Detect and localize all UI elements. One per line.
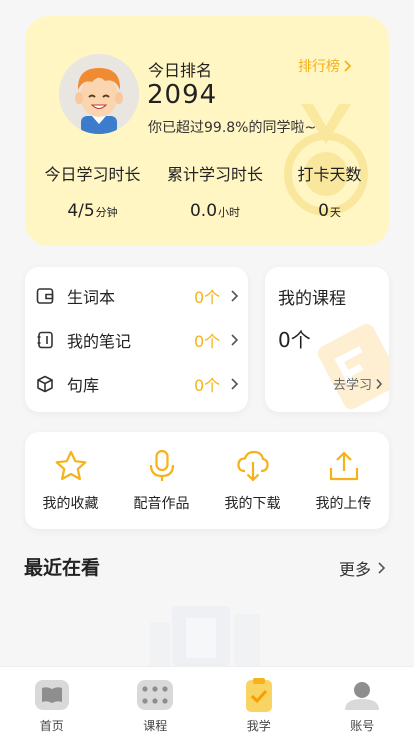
tab-label: 首页 bbox=[39, 719, 64, 733]
go-study-label: 去学习 bbox=[333, 378, 373, 393]
action-label: 配音作品 bbox=[133, 496, 190, 512]
rank-description: 你已超过99.8%的同学啦~ bbox=[148, 120, 317, 136]
tab-home[interactable]: 首页 bbox=[0, 667, 104, 736]
rank-label: 今日排名 bbox=[148, 61, 213, 80]
cube-icon bbox=[37, 375, 53, 393]
list-item-label: 我的笔记 bbox=[67, 332, 132, 351]
courses-count: 0个 bbox=[278, 328, 311, 352]
stat-value: 0.0小时 bbox=[189, 201, 241, 221]
action-dubbing-works[interactable]: 配音作品 bbox=[116, 432, 207, 529]
courses-title: 我的课程 bbox=[278, 289, 346, 309]
list-item-notes[interactable]: 我的笔记 0个 bbox=[25, 320, 248, 360]
chevron-right-icon bbox=[231, 290, 239, 302]
bottom-tab-bar: 首页 课程 我学 账号 bbox=[0, 666, 414, 736]
stat-label: 打卡天数 bbox=[297, 165, 362, 184]
cartoon-boy-avatar bbox=[59, 54, 139, 134]
leaderboard-label: 排行榜 bbox=[298, 59, 340, 75]
leaderboard-link[interactable]: 排行榜 bbox=[298, 56, 353, 76]
stat-label: 累计学习时长 bbox=[166, 165, 263, 184]
upload-icon bbox=[329, 451, 358, 481]
stat-checkin-days: 打卡天数 0天 bbox=[270, 161, 389, 221]
star-icon bbox=[55, 450, 86, 481]
action-label: 我的下载 bbox=[224, 496, 281, 512]
my-courses-card[interactable]: 我的课程 0个 去学习 bbox=[265, 267, 389, 412]
chevron-right-icon bbox=[231, 334, 239, 346]
stat-total-time: 累计学习时长 0.0小时 bbox=[160, 161, 270, 221]
more-label: 更多 bbox=[338, 560, 371, 579]
book-open-icon bbox=[34, 680, 69, 710]
tab-label: 课程 bbox=[143, 719, 168, 733]
list-item-label: 句库 bbox=[67, 376, 100, 395]
go-study-link[interactable]: 去学习 bbox=[333, 374, 383, 393]
rank-value: 2094 bbox=[147, 80, 218, 110]
list-item-sentence-bank[interactable]: 句库 0个 bbox=[25, 364, 248, 404]
avatar[interactable] bbox=[59, 54, 139, 134]
wallet-icon bbox=[36, 288, 54, 304]
grid-icon bbox=[137, 680, 174, 710]
list-item-label: 生词本 bbox=[67, 288, 116, 307]
cloud-download-icon bbox=[236, 450, 269, 482]
stat-label: 今日学习时长 bbox=[44, 165, 141, 184]
tab-account[interactable]: 账号 bbox=[311, 667, 414, 736]
chevron-right-icon bbox=[231, 378, 239, 390]
book-icon bbox=[317, 323, 389, 410]
chevron-right-icon bbox=[376, 378, 383, 389]
tab-label: 账号 bbox=[350, 719, 375, 733]
my-study-page: 今日排名 2094 你已超过99.8%的同学啦~ 排行榜 今日学习时长 4/5分… bbox=[0, 0, 414, 736]
action-uploads[interactable]: 我的上传 bbox=[298, 432, 389, 529]
clipboard-check-icon bbox=[245, 678, 272, 712]
list-item-count: 0个 bbox=[194, 332, 221, 351]
rank-card: 今日排名 2094 你已超过99.8%的同学啦~ 排行榜 今日学习时长 4/5分… bbox=[25, 16, 389, 246]
stat-value: 0天 bbox=[318, 201, 341, 221]
list-item-count: 0个 bbox=[194, 376, 221, 395]
list-item-count: 0个 bbox=[194, 288, 221, 307]
action-downloads[interactable]: 我的下载 bbox=[207, 432, 298, 529]
microphone-icon bbox=[149, 449, 174, 481]
action-label: 我的收藏 bbox=[42, 496, 99, 512]
quick-actions: 我的收藏 配音作品 我的下载 我的上传 bbox=[25, 432, 389, 529]
stat-value: 4/5分钟 bbox=[67, 201, 118, 221]
stat-today-time: 今日学习时长 4/5分钟 bbox=[25, 161, 160, 221]
tab-label: 我学 bbox=[246, 719, 271, 733]
action-label: 我的上传 bbox=[315, 496, 372, 512]
study-stats: 今日学习时长 4/5分钟 累计学习时长 0.0小时 打卡天数 0天 bbox=[25, 161, 389, 221]
chevron-right-icon bbox=[344, 60, 352, 72]
action-favorites[interactable]: 我的收藏 bbox=[25, 432, 116, 529]
tab-courses[interactable]: 课程 bbox=[104, 667, 208, 736]
tab-my-study[interactable]: 我学 bbox=[207, 667, 311, 736]
recent-section-title: 最近在看 bbox=[24, 557, 101, 579]
notebook-icon bbox=[37, 331, 53, 349]
study-list-card: 生词本 0个 我的笔记 0个 句库 0个 bbox=[25, 267, 248, 412]
chevron-right-icon bbox=[378, 562, 386, 574]
more-link[interactable]: 更多 bbox=[339, 556, 386, 580]
user-icon bbox=[345, 682, 380, 710]
empty-state-illustration bbox=[150, 606, 260, 666]
list-item-vocab-book[interactable]: 生词本 0个 bbox=[25, 276, 248, 316]
